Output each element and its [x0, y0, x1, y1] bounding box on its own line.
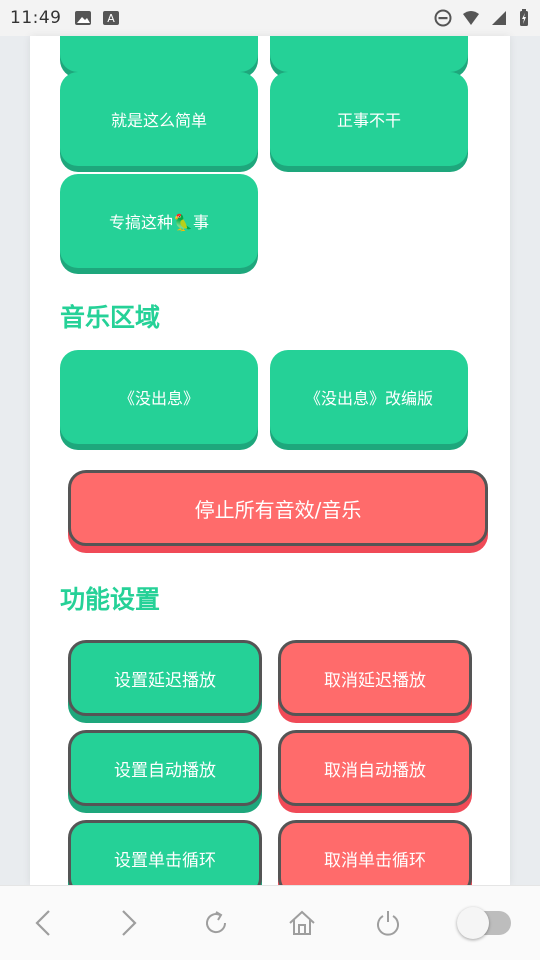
sound-button-no-work[interactable]: 正事不干 [270, 72, 468, 166]
power-icon[interactable] [371, 906, 405, 940]
signal-icon [492, 11, 506, 25]
function-section-title: 功能设置 [60, 585, 161, 614]
sound-button-1[interactable] [60, 36, 258, 72]
cancel-delay-button[interactable]: 取消延迟播放 [278, 640, 472, 716]
bottom-nav [0, 885, 540, 960]
toggle-switch[interactable] [456, 906, 514, 940]
cancel-loop-button[interactable]: 取消单击循环 [278, 820, 472, 885]
set-autoplay-button[interactable]: 设置自动播放 [68, 730, 262, 806]
page-container: 就是这么简单 正事不干 专搞这种🦜事 音乐区域 《没出息》 《没出息》改编版 停… [30, 36, 510, 885]
status-bar: 11:49 A [0, 0, 540, 36]
sound-button-simple[interactable]: 就是这么简单 [60, 72, 258, 166]
cancel-autoplay-button[interactable]: 取消自动播放 [278, 730, 472, 806]
set-delay-button[interactable]: 设置延迟播放 [68, 640, 262, 716]
music-button-original[interactable]: 《没出息》 [60, 350, 258, 444]
music-button-remix[interactable]: 《没出息》改编版 [270, 350, 468, 444]
toggle-knob [456, 907, 489, 939]
svg-text:A: A [107, 12, 115, 25]
home-icon[interactable] [285, 906, 319, 940]
dnd-icon [434, 9, 452, 27]
forward-icon[interactable] [112, 906, 146, 940]
music-section-title: 音乐区域 [60, 303, 161, 332]
image-icon [74, 11, 91, 25]
stop-all-button[interactable]: 停止所有音效/音乐 [68, 470, 488, 546]
font-icon: A [102, 11, 119, 25]
sound-button-2[interactable] [270, 36, 468, 72]
back-icon[interactable] [26, 906, 60, 940]
status-time: 11:49 [10, 8, 62, 28]
toggle-track [456, 907, 511, 939]
refresh-icon[interactable] [199, 906, 233, 940]
set-loop-button[interactable]: 设置单击循环 [68, 820, 262, 885]
battery-icon [520, 9, 528, 26]
wifi-icon [463, 11, 479, 25]
sound-button-special[interactable]: 专搞这种🦜事 [60, 174, 258, 268]
